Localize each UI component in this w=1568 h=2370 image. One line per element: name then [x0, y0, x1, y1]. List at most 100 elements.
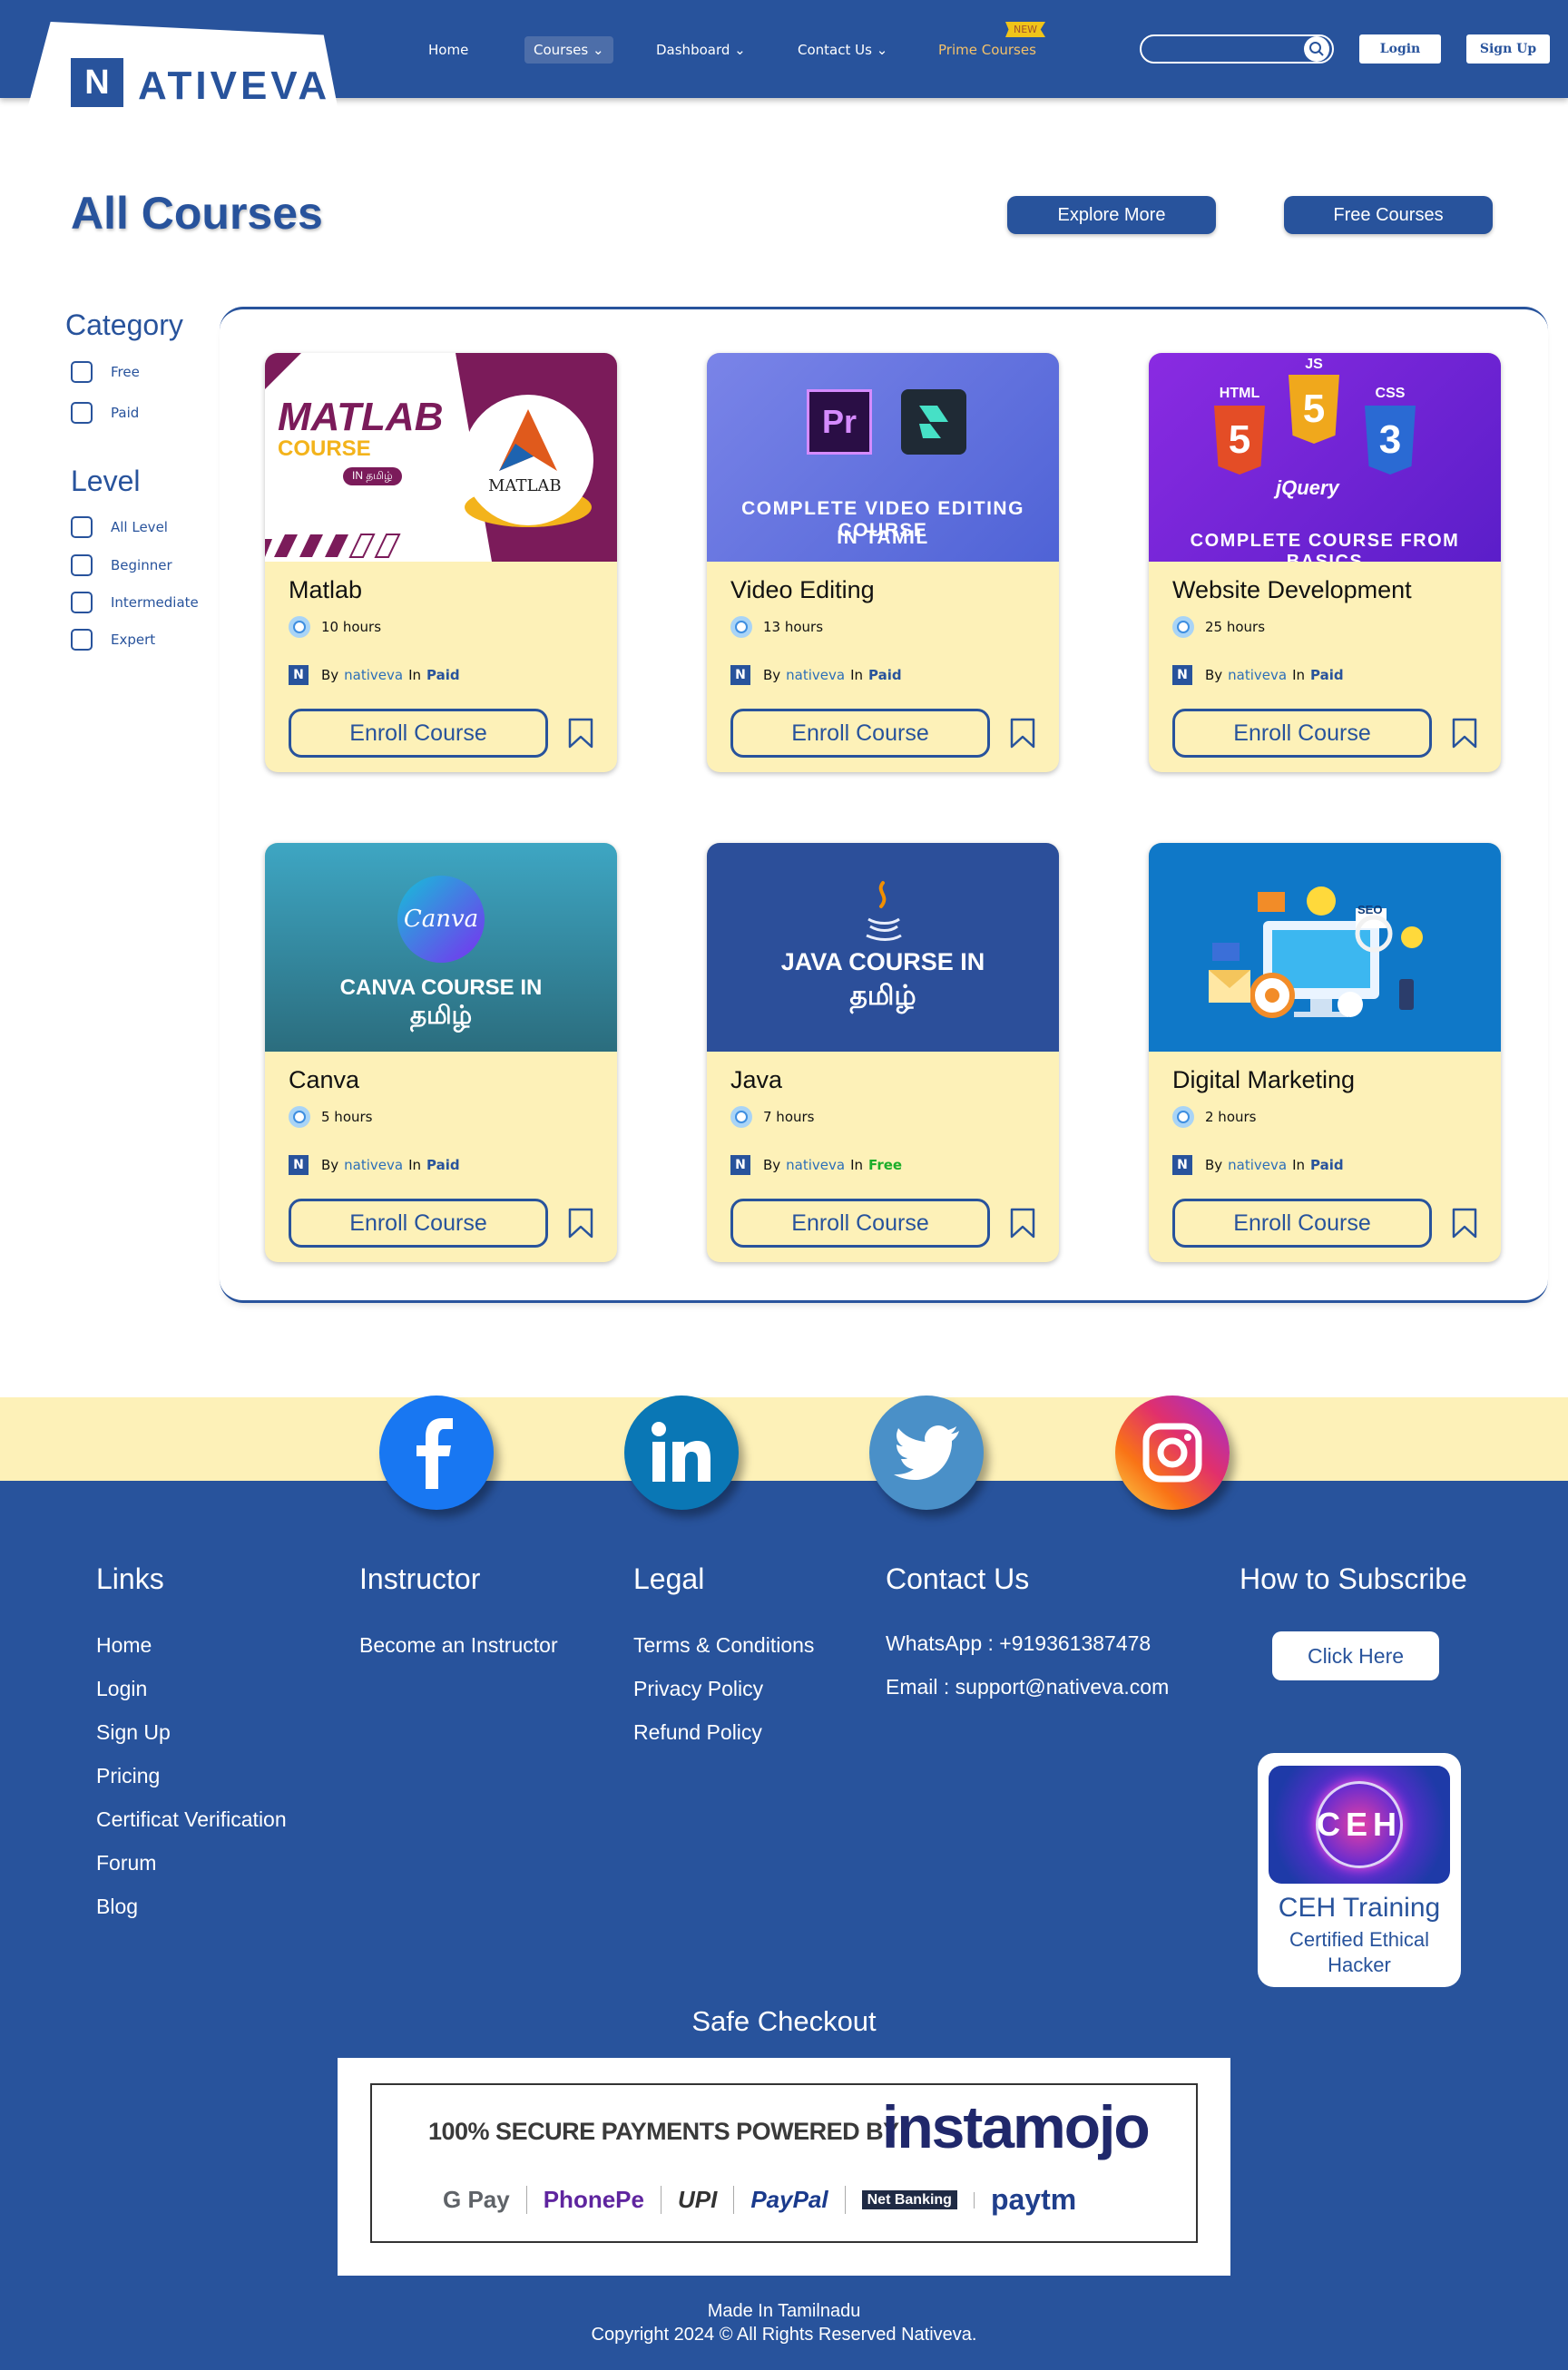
- course-author-line: N By nativeva In Paid: [730, 665, 902, 685]
- course-card-video-editing[interactable]: Pr COMPLETE VIDEO EDITING COURSE IN TAMI…: [707, 353, 1059, 772]
- bookmark-icon[interactable]: [1450, 718, 1479, 749]
- enroll-course-button[interactable]: Enroll Course: [1172, 1199, 1432, 1248]
- course-thumbnail[interactable]: Pr COMPLETE VIDEO EDITING COURSE IN TAMI…: [707, 353, 1059, 562]
- footer-link-become-instructor[interactable]: Become an Instructor: [359, 1633, 558, 1658]
- filter-label: Free: [111, 364, 140, 380]
- footer-link-login[interactable]: Login: [96, 1677, 147, 1701]
- filter-intermediate[interactable]: Intermediate: [71, 591, 199, 614]
- footer-email[interactable]: Email : support@nativeva.com: [886, 1675, 1169, 1699]
- checkbox[interactable]: [71, 554, 93, 576]
- footer-link-refund[interactable]: Refund Policy: [633, 1720, 762, 1745]
- footer-link-pricing[interactable]: Pricing: [96, 1764, 160, 1788]
- enroll-course-button[interactable]: Enroll Course: [730, 709, 990, 758]
- checkbox[interactable]: [71, 402, 93, 424]
- enroll-course-button[interactable]: Enroll Course: [730, 1199, 990, 1248]
- nativeva-logo-icon: N: [1172, 1155, 1192, 1175]
- author-link[interactable]: nativeva: [786, 1157, 845, 1173]
- footer-link-signup[interactable]: Sign Up: [96, 1720, 171, 1745]
- nativeva-logo-icon: N: [289, 665, 309, 685]
- course-thumbnail[interactable]: HTML 5 JS 5 CSS 3 jQuery COMPLETE COURSE…: [1149, 353, 1501, 562]
- price-type[interactable]: Paid: [426, 667, 460, 683]
- filter-expert[interactable]: Expert: [71, 628, 155, 651]
- instagram-icon[interactable]: [1115, 1396, 1230, 1510]
- footer-link-certificate-verification[interactable]: Certificat Verification: [96, 1807, 287, 1832]
- login-button[interactable]: Login: [1359, 34, 1441, 64]
- course-title[interactable]: Java: [730, 1066, 782, 1094]
- checkbox[interactable]: [71, 592, 93, 613]
- course-card-canva[interactable]: Canva CANVA COURSE IN தமிழ் Canva 5 hour…: [265, 843, 617, 1262]
- enroll-course-button[interactable]: Enroll Course: [289, 1199, 548, 1248]
- filter-free[interactable]: Free: [71, 360, 140, 384]
- bookmark-icon[interactable]: [1008, 1208, 1037, 1239]
- explore-more-button[interactable]: Explore More: [1007, 196, 1216, 234]
- nav-dashboard[interactable]: Dashboard ⌄: [647, 36, 755, 64]
- nativeva-logo-icon: N: [730, 1155, 750, 1175]
- bookmark-icon[interactable]: [566, 718, 595, 749]
- ceh-training-card[interactable]: CEH CEH Training Certified Ethical Hacke…: [1258, 1753, 1461, 1987]
- footer-whatsapp[interactable]: WhatsApp : +919361387478: [886, 1631, 1151, 1656]
- bookmark-icon[interactable]: [566, 1208, 595, 1239]
- logo-text[interactable]: ATIVEVA: [138, 64, 330, 109]
- free-courses-button[interactable]: Free Courses: [1284, 196, 1493, 234]
- course-title[interactable]: Digital Marketing: [1172, 1066, 1355, 1094]
- course-duration: 5 hours: [289, 1106, 372, 1128]
- thumb-text: JS: [1305, 357, 1323, 372]
- author-link[interactable]: nativeva: [786, 667, 845, 683]
- checkbox[interactable]: [71, 361, 93, 383]
- course-card-digital-marketing[interactable]: SEO Digital Marketing 2 hours N By nativev…: [1149, 843, 1501, 1262]
- thumb-text: jQuery: [1276, 476, 1339, 499]
- enroll-course-button[interactable]: Enroll Course: [1172, 709, 1432, 758]
- price-type[interactable]: Paid: [868, 667, 902, 683]
- signup-button[interactable]: Sign Up: [1466, 34, 1550, 64]
- copyright-text: Copyright 2024 © All Rights Reserved Nat…: [591, 2325, 977, 2345]
- author-link[interactable]: nativeva: [344, 1157, 403, 1173]
- search-icon[interactable]: [1304, 36, 1329, 62]
- nav-courses[interactable]: Courses ⌄: [524, 36, 613, 64]
- upi-logo: UPI: [662, 2186, 735, 2214]
- filmora-icon: [901, 389, 966, 455]
- filter-beginner[interactable]: Beginner: [71, 553, 172, 577]
- price-type[interactable]: Paid: [1310, 667, 1344, 683]
- course-title[interactable]: Canva: [289, 1066, 359, 1094]
- course-thumbnail[interactable]: JAVA COURSE IN தமிழ்: [707, 843, 1059, 1052]
- bookmark-icon[interactable]: [1008, 718, 1037, 749]
- logo-mark[interactable]: N: [71, 58, 123, 107]
- click-here-button[interactable]: Click Here: [1272, 1631, 1439, 1680]
- course-title[interactable]: Matlab: [289, 576, 362, 604]
- author-link[interactable]: nativeva: [344, 667, 403, 683]
- gpay-logo: G Pay: [426, 2186, 527, 2214]
- footer-link-blog[interactable]: Blog: [96, 1895, 138, 1919]
- filter-paid[interactable]: Paid: [71, 401, 139, 425]
- footer-link-privacy[interactable]: Privacy Policy: [633, 1677, 763, 1701]
- nav-prime-courses[interactable]: Prime Courses: [929, 36, 1045, 64]
- course-title[interactable]: Website Development: [1172, 576, 1412, 604]
- thumb-text: IN தமிழ்: [343, 467, 402, 485]
- course-author-line: N By nativeva In Free: [730, 1155, 902, 1175]
- filter-all-level[interactable]: All Level: [71, 515, 168, 539]
- course-title[interactable]: Video Editing: [730, 576, 875, 604]
- price-type[interactable]: Paid: [426, 1157, 460, 1173]
- twitter-icon[interactable]: [869, 1396, 984, 1510]
- course-card-website-development[interactable]: HTML 5 JS 5 CSS 3 jQuery COMPLETE COURSE…: [1149, 353, 1501, 772]
- footer-link-forum[interactable]: Forum: [96, 1851, 156, 1875]
- footer-link-terms[interactable]: Terms & Conditions: [633, 1633, 814, 1658]
- bookmark-icon[interactable]: [1450, 1208, 1479, 1239]
- price-type[interactable]: Paid: [1310, 1157, 1344, 1173]
- nav-home[interactable]: Home: [419, 36, 477, 64]
- checkbox[interactable]: [71, 516, 93, 538]
- course-thumbnail[interactable]: Canva CANVA COURSE IN தமிழ்: [265, 843, 617, 1052]
- enroll-course-button[interactable]: Enroll Course: [289, 709, 548, 758]
- facebook-icon[interactable]: [379, 1396, 494, 1510]
- author-link[interactable]: nativeva: [1228, 1157, 1287, 1173]
- course-thumbnail[interactable]: MATLAB COURSE IN தமிழ் MATLAB: [265, 353, 617, 562]
- author-link[interactable]: nativeva: [1228, 667, 1287, 683]
- course-thumbnail[interactable]: SEO: [1149, 843, 1501, 1052]
- linkedin-icon[interactable]: [624, 1396, 739, 1510]
- nav-contact-us[interactable]: Contact Us ⌄: [789, 36, 897, 64]
- course-card-matlab[interactable]: MATLAB COURSE IN தமிழ் MATLAB Matlab 10 …: [265, 353, 617, 772]
- course-card-java[interactable]: JAVA COURSE IN தமிழ் Java 7 hours N By nat…: [707, 843, 1059, 1262]
- footer-link-home[interactable]: Home: [96, 1633, 152, 1658]
- price-type[interactable]: Free: [868, 1157, 902, 1173]
- payment-panel: 100% SECURE PAYMENTS POWERED BY instamoj…: [338, 2058, 1230, 2276]
- checkbox[interactable]: [71, 629, 93, 651]
